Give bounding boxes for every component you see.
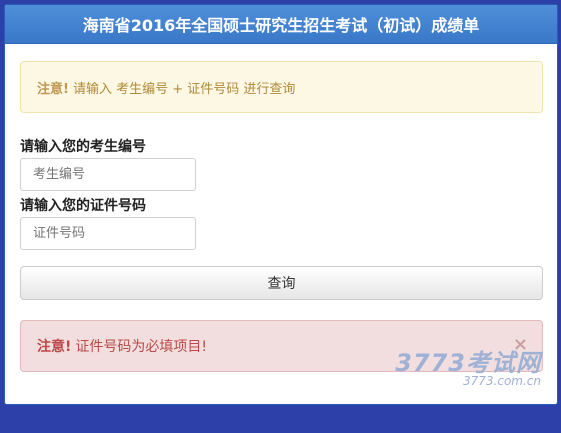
query-button[interactable]: 查询: [20, 266, 543, 300]
score-query-panel: 海南省2016年全国硕士研究生招生考试（初试）成绩单 注意! 请输入 考生编号 …: [4, 4, 558, 405]
panel-title: 海南省2016年全国硕士研究生招生考试（初试）成绩单: [5, 5, 557, 44]
id-number-input[interactable]: [20, 217, 196, 250]
info-notice-strong: 注意!: [37, 81, 69, 97]
error-alert-strong: 注意!: [37, 339, 72, 355]
id-number-label: 请输入您的证件号码: [20, 198, 146, 214]
exam-number-label: 请输入您的考生编号: [20, 139, 146, 155]
exam-number-input[interactable]: [20, 158, 196, 191]
info-notice: 注意! 请输入 考生编号 + 证件号码 进行查询: [20, 61, 543, 113]
watermark-logo: 3773考试网: [395, 349, 541, 377]
error-alert-text: 证件号码为必填项目!: [75, 339, 208, 355]
info-notice-text: 请输入 考生编号 + 证件号码 进行查询: [72, 81, 296, 97]
site-watermark: 3773考试网 3773.com.cn: [395, 343, 541, 388]
